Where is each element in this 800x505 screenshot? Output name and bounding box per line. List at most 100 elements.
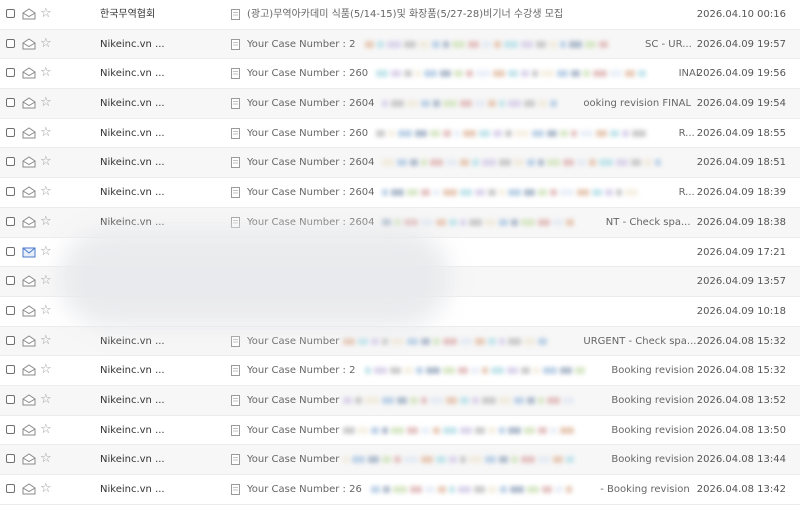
mail-row[interactable]: ☆ Nikeinc.vn ... Your Case Number : 2604 R.…	[0, 178, 800, 208]
redacted-subject-blur	[342, 337, 580, 346]
envelope-open-icon[interactable]	[22, 483, 36, 495]
privacy-blur-overlay	[60, 228, 450, 328]
mail-subject[interactable]: Your Case Number : 2	[247, 356, 355, 385]
mail-row[interactable]: ☆ Nikeinc.vn ... Your Case Number Booking r…	[0, 415, 800, 446]
envelope-open-icon[interactable]	[22, 275, 36, 287]
document-icon	[231, 187, 240, 199]
redacted-subject-blur	[342, 426, 608, 435]
document-icon	[231, 335, 240, 347]
mail-row[interactable]: ☆ Nikeinc.vn ... Your Case Number URGENT - …	[0, 326, 800, 357]
star-icon[interactable]: ☆	[40, 184, 52, 199]
mail-row[interactable]: ☆ 한국무역협회 (광고)무역아카데미 식품(5/14-15)및 화장품(5/27-…	[0, 0, 800, 30]
star-icon[interactable]: ☆	[40, 333, 52, 348]
select-checkbox[interactable]	[6, 127, 15, 137]
mail-date: 2026.04.09 10:18	[696, 305, 786, 317]
mail-subject-tail[interactable]: URGENT - Check spa...	[583, 327, 696, 356]
mail-date: 2026.04.09 18:55	[696, 127, 786, 139]
envelope-open-icon[interactable]	[22, 8, 36, 20]
select-checkbox[interactable]	[6, 246, 15, 256]
envelope-open-icon[interactable]	[22, 394, 36, 406]
select-checkbox[interactable]	[6, 187, 15, 197]
envelope-open-icon[interactable]	[22, 186, 36, 198]
star-icon[interactable]: ☆	[40, 95, 52, 110]
select-checkbox[interactable]	[6, 454, 15, 464]
mail-subject-tail[interactable]: ooking revision FINAL	[583, 89, 691, 118]
envelope-open-icon[interactable]	[22, 334, 36, 347]
envelope-open-icon[interactable]	[22, 67, 36, 79]
envelope-open-icon[interactable]	[22, 364, 36, 376]
select-checkbox[interactable]	[6, 157, 15, 167]
mail-subject[interactable]: Your Case Number : 2	[247, 30, 355, 59]
mail-subject[interactable]: Your Case Number : 2604	[247, 89, 375, 118]
mail-subject-tail[interactable]: R...	[679, 119, 695, 148]
star-icon[interactable]: ☆	[40, 392, 52, 407]
mail-subject-tail[interactable]: NT - Check spa...	[606, 208, 691, 237]
mail-subject-tail[interactable]: Booking revision	[611, 356, 694, 385]
star-icon[interactable]: ☆	[40, 125, 52, 140]
mail-subject[interactable]: Your Case Number	[247, 327, 339, 356]
star-icon[interactable]: ☆	[40, 362, 52, 377]
select-checkbox[interactable]	[6, 424, 15, 434]
mail-sender: Nikeinc.vn ...	[100, 157, 165, 169]
mail-subject[interactable]: Your Case Number	[247, 445, 339, 474]
mail-subject-tail[interactable]: Booking revision	[611, 445, 694, 474]
mail-subject[interactable]: Your Case Number	[247, 416, 339, 445]
mail-subject-tail[interactable]: Booking revision	[611, 416, 694, 445]
mail-sender: Nikeinc.vn ...	[100, 454, 165, 466]
mail-subject[interactable]: Your Case Number	[247, 386, 339, 415]
mail-row[interactable]: ☆ Nikeinc.vn ... Your Case Number Booking r…	[0, 445, 800, 475]
mail-subject-tail[interactable]: R...	[679, 178, 695, 207]
envelope-open-icon[interactable]	[22, 453, 36, 465]
mail-row[interactable]: ☆ Nikeinc.vn ... Your Case Number Booking r…	[0, 385, 800, 416]
mail-row[interactable]: ☆ Nikeinc.vn ... Your Case Number : 260 INA…	[0, 59, 800, 90]
envelope-open-icon[interactable]	[22, 216, 36, 228]
mail-row[interactable]: ☆ Nikeinc.vn ... Your Case Number : 2 Booki…	[0, 356, 800, 386]
mail-subject[interactable]: Your Case Number : 260	[247, 119, 368, 148]
envelope-open-icon[interactable]	[22, 156, 36, 168]
select-checkbox[interactable]	[6, 305, 15, 315]
mail-row[interactable]: ☆ Nikeinc.vn ... Your Case Number : 2604 oo…	[0, 89, 800, 119]
star-icon[interactable]: ☆	[40, 481, 52, 496]
mail-subject[interactable]: Your Case Number : 2604	[247, 178, 375, 207]
star-icon[interactable]: ☆	[40, 65, 52, 80]
select-checkbox[interactable]	[6, 38, 15, 48]
document-icon	[231, 424, 240, 436]
star-icon[interactable]: ☆	[40, 244, 52, 259]
mail-row[interactable]: ☆ Nikeinc.vn ... Your Case Number : 260 R..…	[0, 118, 800, 149]
select-checkbox[interactable]	[6, 394, 15, 404]
mail-subject-tail[interactable]: Booking revision	[611, 386, 694, 415]
envelope-open-icon[interactable]	[22, 305, 36, 317]
redacted-subject-blur	[376, 129, 674, 138]
star-icon[interactable]: ☆	[40, 6, 52, 21]
star-icon[interactable]: ☆	[40, 154, 52, 169]
mail-subject[interactable]: Your Case Number : 260	[247, 59, 368, 88]
mail-subject[interactable]: Your Case Number : 2604	[247, 148, 375, 177]
select-checkbox[interactable]	[6, 335, 15, 345]
select-checkbox[interactable]	[6, 216, 15, 226]
mail-subject-tail[interactable]: - Booking revision	[600, 475, 690, 504]
star-icon[interactable]: ☆	[40, 451, 52, 466]
star-icon[interactable]: ☆	[40, 273, 52, 288]
mail-row[interactable]: ☆ Nikeinc.vn ... Your Case Number : 2604 20…	[0, 148, 800, 179]
mail-row[interactable]: ☆ Nikeinc.vn ... Your Case Number : 2 SC - …	[0, 29, 800, 60]
star-icon[interactable]: ☆	[40, 422, 52, 437]
envelope-open-icon[interactable]	[22, 424, 36, 436]
select-checkbox[interactable]	[6, 365, 15, 375]
star-icon[interactable]: ☆	[40, 303, 52, 318]
mail-row[interactable]: ☆ Nikeinc.vn ... Your Case Number : 26 - Bo…	[0, 475, 800, 505]
select-checkbox[interactable]	[6, 68, 15, 78]
star-icon[interactable]: ☆	[40, 214, 52, 229]
select-checkbox[interactable]	[6, 276, 15, 286]
envelope-open-icon[interactable]	[22, 38, 36, 50]
envelope-open-icon[interactable]	[22, 97, 36, 109]
envelope-open-icon[interactable]	[22, 127, 36, 139]
envelope-unread-icon[interactable]	[22, 246, 36, 258]
star-icon[interactable]: ☆	[40, 36, 52, 51]
select-checkbox[interactable]	[6, 98, 15, 108]
mail-subject-tail[interactable]: SC - UR...	[645, 30, 692, 59]
mail-subject[interactable]: (광고)무역아카데미 식품(5/14-15)및 화장품(5/27-28)비기너 …	[247, 0, 563, 29]
document-icon	[231, 484, 240, 495]
mail-subject[interactable]: Your Case Number : 26	[247, 475, 362, 504]
select-checkbox[interactable]	[6, 9, 15, 18]
select-checkbox[interactable]	[6, 484, 15, 493]
